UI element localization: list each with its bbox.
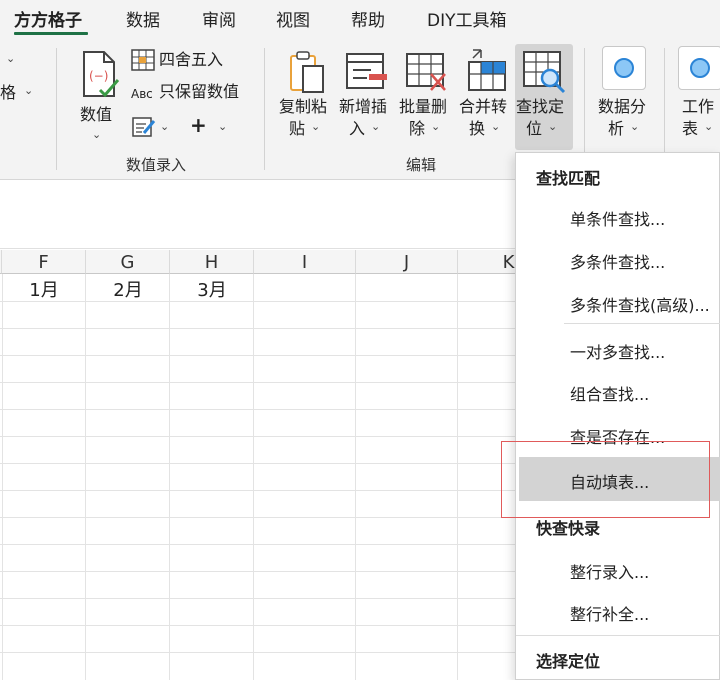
- data-analysis-button[interactable]: 数据分 析 ⌄: [596, 44, 654, 148]
- worksheet-icon: [678, 46, 720, 90]
- find-magnifier-icon: [523, 51, 566, 94]
- copy-paste-button[interactable]: 复制粘 贴 ⌄: [279, 44, 335, 148]
- chevron-down-icon[interactable]: ⌄: [6, 52, 15, 65]
- menu-item-one-to-many-lookup[interactable]: 一对多查找...: [570, 339, 665, 363]
- ribbon-tab-bar: 方方格子 数据 审阅 视图 帮助 DIY工具箱: [0, 0, 720, 38]
- chevron-down-icon: ⌄: [311, 120, 321, 133]
- round-grid-icon: [131, 49, 155, 71]
- menu-section-find-match: 查找匹配: [536, 169, 601, 188]
- menu-item-combined-lookup[interactable]: 组合查找...: [570, 381, 649, 405]
- grid-line: [169, 274, 170, 680]
- chevron-down-icon[interactable]: ⌄: [218, 120, 227, 133]
- column-header-i[interactable]: I: [254, 250, 356, 274]
- chevron-down-icon: ⌄: [371, 120, 381, 133]
- menu-item-row-entry[interactable]: 整行录入...: [570, 559, 649, 583]
- partial-format-button[interactable]: 格: [0, 82, 16, 104]
- grid-line: [85, 274, 86, 680]
- active-tab-underline: [14, 32, 88, 35]
- chevron-down-icon: ⌄: [491, 120, 501, 133]
- menu-item-multi-condition-lookup[interactable]: 多条件查找...: [570, 249, 665, 273]
- chevron-down-icon: ⌄: [704, 120, 714, 133]
- find-locate-button[interactable]: 查找定 位 ⌄: [515, 44, 573, 150]
- data-analysis-label-line1: 数据分: [598, 97, 647, 116]
- menu-section-quick-lookup-entry: 快查快录: [536, 519, 601, 538]
- copy-paste-label-line1: 复制粘: [279, 97, 328, 116]
- add-insert-label-line1: 新增插: [339, 97, 388, 116]
- tab-help[interactable]: 帮助: [351, 6, 385, 31]
- edit-group-label: 编辑: [406, 156, 437, 174]
- column-header-j[interactable]: J: [356, 250, 458, 274]
- highlight-annotation-box: [501, 441, 710, 518]
- chevron-down-icon[interactable]: ⌄: [24, 84, 33, 97]
- abc-icon: Aʙc: [131, 87, 153, 101]
- menu-item-row-completion[interactable]: 整行补全...: [570, 601, 649, 625]
- cell-f1[interactable]: 1月: [2, 276, 86, 302]
- copy-paste-label-line2: 贴: [289, 119, 306, 138]
- worksheet-button[interactable]: 工作 表 ⌄: [676, 44, 720, 148]
- group-separator: [264, 48, 265, 170]
- grid-line: [2, 274, 3, 680]
- merge-convert-label-line1: 合并转: [459, 97, 508, 116]
- number-input-group-label: 数值录入: [126, 156, 187, 174]
- clipboard-icon: [290, 51, 324, 93]
- chevron-down-icon[interactable]: ⌄: [160, 120, 169, 133]
- menu-separator: [516, 635, 720, 636]
- number-button-label: 数值: [80, 105, 113, 124]
- grid-line: [253, 274, 254, 680]
- data-analysis-icon: [602, 46, 646, 90]
- group-separator: [56, 48, 57, 170]
- chevron-down-icon: ⌄: [548, 120, 558, 133]
- menu-item-single-condition-lookup[interactable]: 单条件查找...: [570, 206, 665, 230]
- tab-review[interactable]: 审阅: [202, 6, 236, 31]
- column-header-g[interactable]: G: [86, 250, 170, 274]
- column-header-f[interactable]: F: [2, 250, 86, 274]
- worksheet-label-line2: 表: [682, 119, 699, 138]
- data-analysis-label-line2: 析: [608, 119, 625, 138]
- cell-g1[interactable]: 2月: [86, 276, 170, 302]
- round-button[interactable]: 四舍五入: [159, 49, 223, 71]
- find-locate-label-line1: 查找定: [516, 97, 565, 116]
- keep-values-button[interactable]: 只保留数值: [159, 81, 239, 103]
- menu-section-select-locate: 选择定位: [536, 652, 601, 671]
- grid-line: [457, 274, 458, 680]
- tab-fangfang[interactable]: 方方格子: [14, 6, 82, 31]
- menu-item-multi-condition-lookup-advanced[interactable]: 多条件查找(高级)...: [570, 292, 710, 316]
- cell-h1[interactable]: 3月: [170, 276, 254, 302]
- insert-row-icon: [346, 53, 387, 89]
- merge-convert-label-line2: 换: [469, 119, 486, 138]
- grid-line: [355, 274, 356, 680]
- worksheet-label-line1: 工作: [682, 97, 715, 116]
- chevron-down-icon: ⌄: [92, 128, 102, 141]
- plus-button[interactable]: +: [190, 114, 207, 136]
- find-locate-dropdown-menu: 查找匹配 单条件查找... 多条件查找... 多条件查找(高级)... 一对多查…: [515, 152, 720, 680]
- delete-grid-icon: [406, 53, 446, 91]
- add-insert-button[interactable]: 新增插 入 ⌄: [339, 44, 395, 148]
- edit-form-icon[interactable]: [132, 116, 156, 138]
- add-insert-label-line2: 入: [349, 119, 366, 138]
- find-locate-label-line2: 位: [526, 119, 543, 138]
- chevron-down-icon: ⌄: [630, 120, 640, 133]
- number-document-icon: (−): [83, 51, 120, 98]
- number-button[interactable]: (−) 数值 ⌄: [78, 48, 120, 148]
- tab-view[interactable]: 视图: [276, 6, 310, 31]
- column-header-h[interactable]: H: [170, 250, 254, 274]
- menu-separator: [564, 323, 720, 324]
- svg-text:(−): (−): [89, 69, 108, 83]
- merge-table-icon: [468, 49, 506, 91]
- tab-diy-toolbox[interactable]: DIY工具箱: [427, 6, 507, 31]
- tab-data[interactable]: 数据: [126, 6, 160, 31]
- batch-delete-label-line1: 批量删: [399, 97, 448, 116]
- merge-convert-button[interactable]: 合并转 换 ⌄: [459, 44, 515, 148]
- batch-delete-button[interactable]: 批量删 除 ⌄: [399, 44, 455, 148]
- batch-delete-label-line2: 除: [409, 119, 426, 138]
- chevron-down-icon: ⌄: [431, 120, 441, 133]
